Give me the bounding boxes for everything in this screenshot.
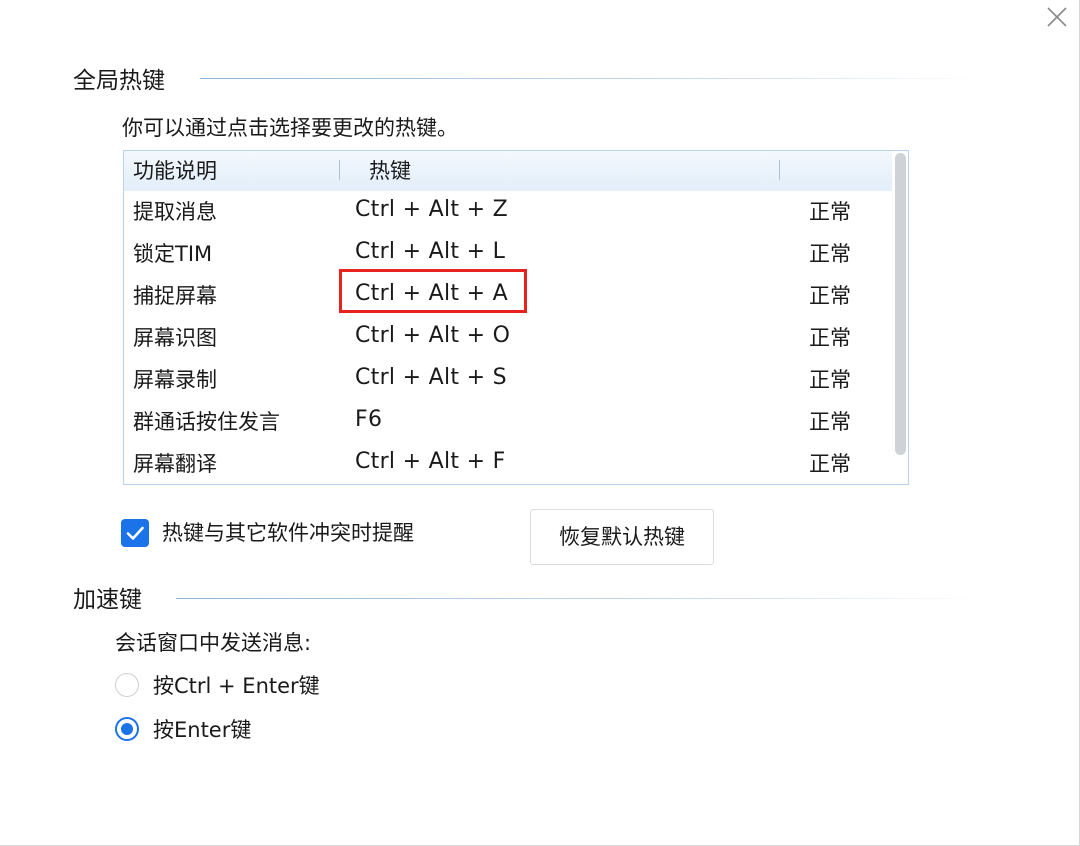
section-divider	[176, 598, 980, 599]
function-cell: 屏幕录制	[133, 368, 217, 392]
function-cell: 群通话按住发言	[133, 410, 280, 434]
column-header-function[interactable]: 功能说明	[133, 156, 217, 186]
scrollbar-thumb[interactable]	[895, 153, 906, 455]
global-hotkeys-title: 全局热键	[73, 68, 165, 94]
function-cell: 捕捉屏幕	[133, 284, 217, 308]
accelerators-title: 加速键	[73, 587, 142, 613]
settings-window: 全局热键 你可以通过点击选择要更改的热键。 功能说明 热键 提取消息 Ctrl …	[0, 0, 1080, 846]
status-cell: 正常	[809, 200, 851, 224]
close-icon	[1047, 7, 1067, 27]
hotkey-cell[interactable]: Ctrl + Alt + S	[355, 362, 507, 394]
table-scrollbar[interactable]	[892, 151, 908, 484]
hotkey-cell[interactable]: F6	[355, 404, 382, 436]
function-cell: 锁定TIM	[133, 242, 213, 266]
table-row[interactable]: 屏幕录制 Ctrl + Alt + S 正常	[124, 359, 892, 401]
column-header-hotkey[interactable]: 热键	[369, 156, 411, 186]
hotkey-hint: 你可以通过点击选择要更改的热键。	[122, 116, 458, 140]
status-cell: 正常	[809, 452, 851, 476]
hotkey-cell[interactable]: Ctrl + Alt + O	[355, 320, 510, 352]
send-message-label: 会话窗口中发送消息:	[115, 631, 312, 655]
status-cell: 正常	[809, 284, 851, 308]
hotkey-cell[interactable]: Ctrl + Alt + F	[355, 446, 506, 478]
status-cell: 正常	[809, 242, 851, 266]
section-divider	[200, 78, 980, 79]
close-button[interactable]	[1040, 2, 1074, 32]
table-row[interactable]: 群通话按住发言 F6 正常	[124, 401, 892, 443]
restore-defaults-button[interactable]: 恢复默认热键	[530, 509, 714, 565]
column-separator[interactable]	[339, 160, 340, 180]
conflict-alert-checkbox[interactable]	[121, 519, 149, 547]
send-enter-label[interactable]: 按Enter键	[153, 715, 251, 745]
send-enter-radio[interactable]	[115, 717, 139, 741]
status-cell: 正常	[809, 410, 851, 434]
highlight-annotation-box	[339, 269, 527, 313]
hotkey-cell[interactable]: Ctrl + Alt + L	[355, 236, 505, 268]
table-row[interactable]: 提取消息 Ctrl + Alt + Z 正常	[124, 191, 892, 233]
table-row[interactable]: 屏幕翻译 Ctrl + Alt + F 正常	[124, 443, 892, 484]
function-cell: 屏幕翻译	[133, 452, 217, 476]
checkmark-icon	[126, 526, 144, 540]
conflict-alert-label[interactable]: 热键与其它软件冲突时提醒	[162, 518, 414, 548]
hotkey-table: 功能说明 热键 提取消息 Ctrl + Alt + Z 正常 锁定TIM Ctr…	[123, 150, 909, 485]
status-cell: 正常	[809, 326, 851, 350]
send-ctrl-enter-radio[interactable]	[115, 673, 139, 697]
status-cell: 正常	[809, 368, 851, 392]
column-separator[interactable]	[779, 160, 780, 180]
send-ctrl-enter-label[interactable]: 按Ctrl + Enter键	[153, 671, 320, 701]
function-cell: 提取消息	[133, 200, 217, 224]
table-row[interactable]: 屏幕识图 Ctrl + Alt + O 正常	[124, 317, 892, 359]
hotkey-cell[interactable]: Ctrl + Alt + Z	[355, 194, 508, 226]
table-header: 功能说明 热键	[124, 151, 892, 191]
function-cell: 屏幕识图	[133, 326, 217, 350]
